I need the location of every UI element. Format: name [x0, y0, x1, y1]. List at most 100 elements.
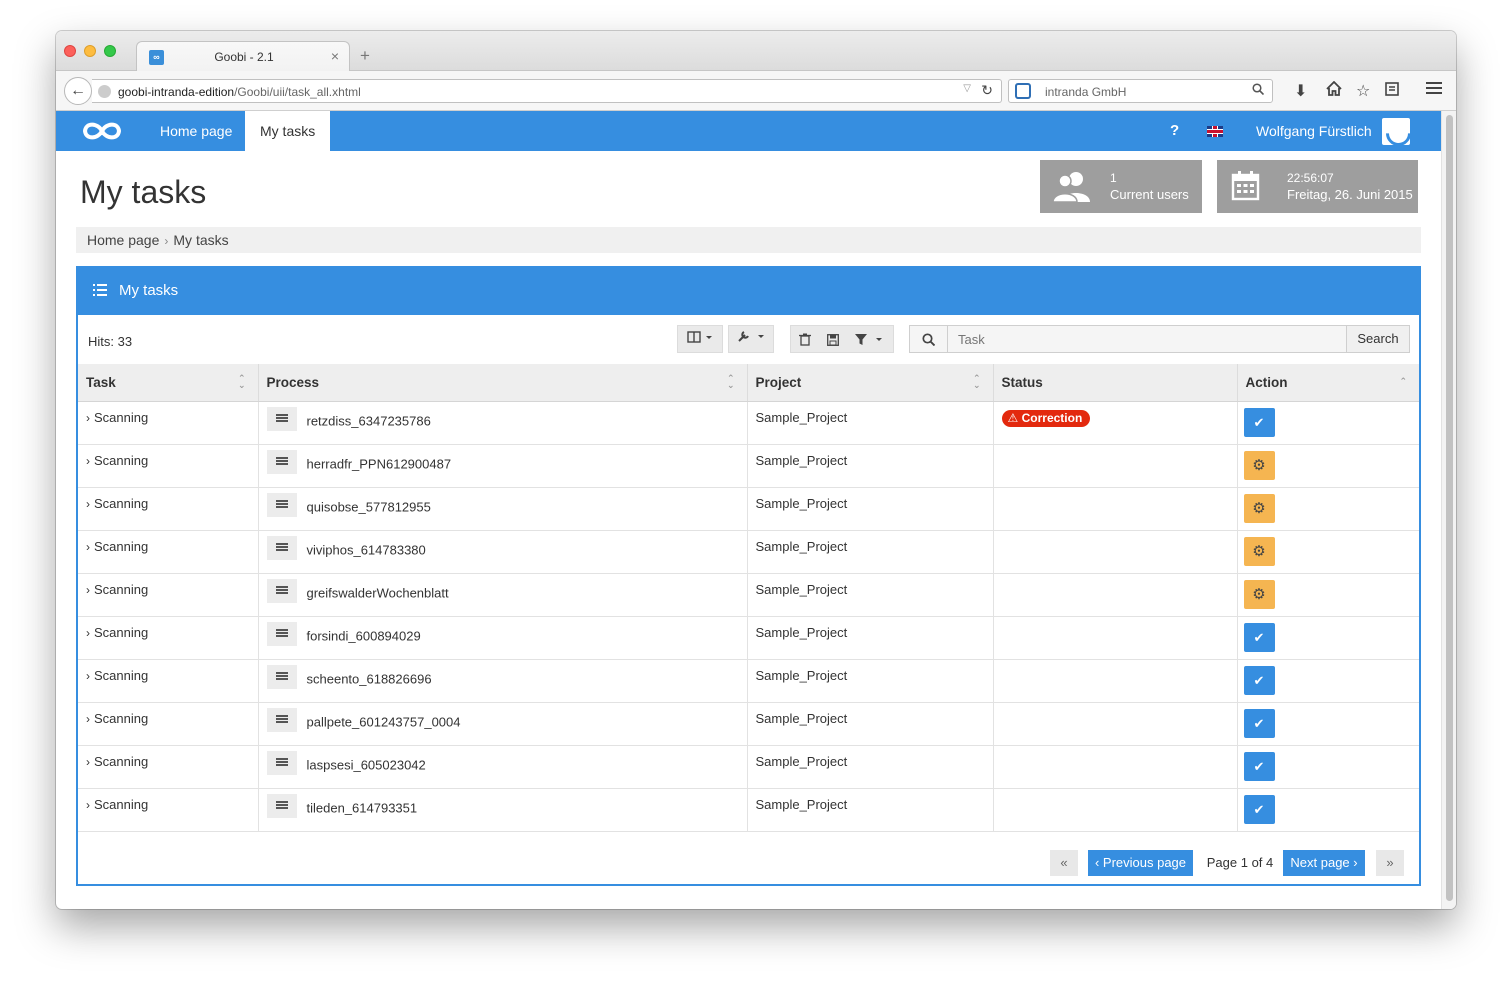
- table-row[interactable]: › Scanning pallpete_601243757_0004 Sample_P…: [78, 702, 1419, 746]
- process-details-icon[interactable]: [266, 793, 297, 818]
- tools-button[interactable]: [728, 325, 774, 353]
- table-row[interactable]: › Scanning herradfr_PPN612900487 Sample_Pro…: [78, 444, 1419, 488]
- sort-icon[interactable]: ⌃ ⌄: [973, 374, 981, 390]
- next-page-button[interactable]: Next page ›: [1283, 850, 1365, 876]
- column-header-project[interactable]: Project ⌃ ⌄: [747, 364, 994, 402]
- task-name: Scanning: [94, 667, 149, 683]
- task-cell[interactable]: › Scanning: [78, 530, 259, 574]
- table-row[interactable]: › Scanning greifswalderWochenblatt Sample_P…: [78, 573, 1419, 617]
- process-details-icon[interactable]: [266, 406, 297, 431]
- search-button[interactable]: Search: [1346, 326, 1409, 352]
- goobi-logo-icon[interactable]: [80, 117, 124, 145]
- tab-close-icon[interactable]: ×: [331, 48, 339, 64]
- process-details-icon[interactable]: [266, 664, 297, 689]
- table-row[interactable]: › Scanning viviphos_614783380 Sample_Projec…: [78, 530, 1419, 574]
- task-cell[interactable]: › Scanning: [78, 573, 259, 617]
- task-cell[interactable]: › Scanning: [78, 788, 259, 832]
- first-page-button[interactable]: «: [1050, 850, 1078, 876]
- close-window-button[interactable]: [64, 45, 76, 57]
- zoom-window-button[interactable]: [104, 45, 116, 57]
- reload-icon[interactable]: ↻: [981, 82, 993, 99]
- last-page-button[interactable]: »: [1376, 850, 1404, 876]
- table-row[interactable]: › Scanning retzdiss_6347235786 Sample_Proje…: [78, 401, 1419, 445]
- table-row[interactable]: › Scanning tileden_614793351 Sample_Project…: [78, 788, 1419, 832]
- filter-icon[interactable]: [855, 326, 885, 352]
- process-details-icon[interactable]: [266, 578, 297, 603]
- reading-list-icon[interactable]: [1385, 81, 1399, 101]
- table-row[interactable]: › Scanning forsindi_600894029 Sample_Projec…: [78, 616, 1419, 660]
- accept-task-button[interactable]: ✔: [1243, 407, 1275, 437]
- table-row[interactable]: › Scanning scheento_618826696 Sample_Projec…: [78, 659, 1419, 703]
- task-cell[interactable]: › Scanning: [78, 401, 259, 445]
- home-icon[interactable]: [1326, 80, 1342, 101]
- download-icon[interactable]: ⬇: [1294, 81, 1307, 101]
- search-icon[interactable]: [1252, 83, 1265, 98]
- task-cell[interactable]: › Scanning: [78, 702, 259, 746]
- accept-task-button[interactable]: ✔: [1243, 708, 1275, 738]
- process-details-icon[interactable]: [266, 621, 297, 646]
- language-flag-icon[interactable]: [1207, 126, 1223, 137]
- column-header-action[interactable]: Action ⌃: [1237, 364, 1419, 402]
- delete-icon[interactable]: [799, 326, 811, 352]
- expand-chevron-icon[interactable]: ›: [86, 411, 90, 425]
- bookmark-star-icon[interactable]: ☆: [1356, 81, 1370, 101]
- process-details-icon[interactable]: [266, 492, 297, 517]
- accept-task-button[interactable]: ✔: [1243, 794, 1275, 824]
- minimize-window-button[interactable]: [84, 45, 96, 57]
- expand-chevron-icon[interactable]: ›: [86, 669, 90, 683]
- save-icon[interactable]: [827, 326, 839, 352]
- expand-chevron-icon[interactable]: ›: [86, 497, 90, 511]
- new-tab-button[interactable]: +: [360, 46, 370, 66]
- nav-my-tasks[interactable]: My tasks: [245, 111, 331, 151]
- expand-chevron-icon[interactable]: ›: [86, 712, 90, 726]
- url-bar[interactable]: goobi-intranda-edition/Goobi/uii/task_al…: [92, 79, 1002, 103]
- column-header-task[interactable]: Task ⌃ ⌄: [78, 364, 259, 402]
- edit-task-button[interactable]: ⚙: [1243, 450, 1275, 480]
- edit-task-button[interactable]: ⚙: [1243, 493, 1275, 523]
- expand-chevron-icon[interactable]: ›: [86, 798, 90, 812]
- expand-chevron-icon[interactable]: ›: [86, 626, 90, 640]
- task-search-input[interactable]: [948, 326, 1348, 352]
- nav-home-page[interactable]: Home page: [145, 111, 247, 151]
- checkmark-icon: ✔: [1253, 629, 1265, 645]
- username[interactable]: Wolfgang Fürstlich: [1256, 123, 1372, 139]
- expand-chevron-icon[interactable]: ›: [86, 755, 90, 769]
- action-cell: ✔: [1237, 702, 1419, 746]
- columns-button[interactable]: [677, 325, 723, 353]
- expand-chevron-icon[interactable]: ›: [86, 583, 90, 597]
- edit-task-button[interactable]: ⚙: [1243, 579, 1275, 609]
- process-details-icon[interactable]: [266, 750, 297, 775]
- accept-task-button[interactable]: ✔: [1243, 622, 1275, 652]
- edit-task-button[interactable]: ⚙: [1243, 536, 1275, 566]
- browser-tab[interactable]: ∞ Goobi - 2.1 ×: [136, 41, 350, 72]
- process-details-icon[interactable]: [266, 449, 297, 474]
- url-dropdown-icon[interactable]: ▽: [963, 83, 971, 94]
- search-engine-icon[interactable]: [1015, 83, 1031, 99]
- column-header-process[interactable]: Process ⌃ ⌄: [258, 364, 748, 402]
- task-cell[interactable]: › Scanning: [78, 444, 259, 488]
- table-row[interactable]: › Scanning laspsesi_605023042 Sample_Projec…: [78, 745, 1419, 789]
- accept-task-button[interactable]: ✔: [1243, 751, 1275, 781]
- back-button[interactable]: ←: [64, 77, 92, 105]
- accept-task-button[interactable]: ✔: [1243, 665, 1275, 695]
- expand-chevron-icon[interactable]: ›: [86, 540, 90, 554]
- sort-ascending-icon[interactable]: ⌃: [1399, 377, 1407, 386]
- menu-icon[interactable]: [1426, 81, 1442, 100]
- task-cell[interactable]: › Scanning: [78, 745, 259, 789]
- process-details-icon[interactable]: [266, 535, 297, 560]
- process-details-icon[interactable]: [266, 707, 297, 732]
- task-cell[interactable]: › Scanning: [78, 659, 259, 703]
- sort-icon[interactable]: ⌃ ⌄: [727, 374, 735, 390]
- task-cell[interactable]: › Scanning: [78, 487, 259, 531]
- scrollbar-thumb[interactable]: [1446, 115, 1453, 901]
- table-row[interactable]: › Scanning quisobse_577812955 Sample_Projec…: [78, 487, 1419, 531]
- page-scrollbar[interactable]: [1441, 111, 1456, 909]
- expand-chevron-icon[interactable]: ›: [86, 454, 90, 468]
- help-icon[interactable]: ?: [1170, 122, 1179, 139]
- browser-search-bar[interactable]: intranda GmbH: [1008, 79, 1273, 103]
- task-cell[interactable]: › Scanning: [78, 616, 259, 660]
- sort-icon[interactable]: ⌃ ⌄: [238, 374, 246, 390]
- breadcrumb-home[interactable]: Home page: [87, 232, 159, 248]
- previous-page-button[interactable]: ‹ Previous page: [1088, 850, 1193, 876]
- user-avatar-icon[interactable]: [1382, 118, 1410, 145]
